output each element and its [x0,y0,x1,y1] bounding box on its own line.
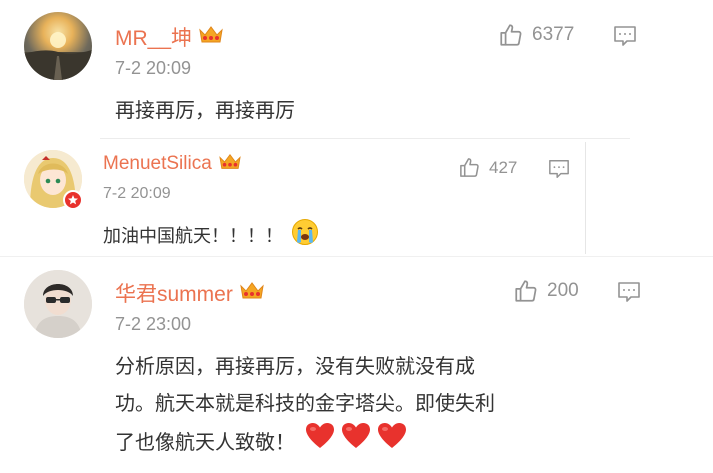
comment-text-content: 加油中国航天！！！！ [103,225,283,247]
username[interactable]: MR__坤 [115,22,192,52]
timestamp: 7-2 20:09 [103,185,171,202]
red-heart-emoji [341,422,371,462]
thumbs-up-icon [515,280,537,302]
like-button[interactable]: 427 [458,156,517,179]
comment-text-line: 分析原因，再接再厉，没有失败就没有成 [115,354,475,378]
red-heart-emoji [377,422,407,462]
crying-face-emoji [291,218,319,251]
username-row: MenuetSilica [103,152,242,176]
like-count: 6377 [532,24,575,45]
thumbs-up-icon [500,24,522,46]
vip-crown-icon [239,280,265,306]
divider [0,256,713,257]
person-avatar-icon [24,270,92,338]
username-row: MR__坤 [115,22,224,52]
vip-crown-icon [198,24,224,50]
avatar[interactable] [24,12,92,80]
username[interactable]: 华君summer [115,278,233,308]
comment-item-3: 华君summer 7-2 23:00 分析原因，再接再厉，没有失败就没有成 功。… [0,258,713,473]
comment-text: 加油中国航天！！！！ [103,218,319,251]
like-count: 200 [547,280,579,301]
sunset-photo-icon [24,32,92,80]
vip-crown-icon [218,152,242,176]
comment-text-line-3: 了也像航天人致敬！ [115,422,615,462]
divider [100,138,630,139]
comment-item-1: MR__坤 7-2 20:09 再接再厉，再接再厉 6377 [0,0,713,140]
comment-text: 再接再厉，再接再厉 [115,98,295,122]
comment-bubble-icon[interactable] [617,280,641,308]
comment-bubble-icon[interactable] [548,158,570,184]
comment-text: 分析原因，再接再厉，没有失败就没有成 功。航天本就是科技的金字塔尖。即使失利 了… [115,348,615,462]
comment-item-2: MenuetSilica 7-2 20:09 加油中国航天！！！！ 427 [0,140,713,260]
red-heart-emoji [305,422,335,462]
username-row: 华君summer [115,278,265,308]
avatar[interactable] [24,270,92,338]
username[interactable]: MenuetSilica [103,153,212,175]
like-button[interactable]: 6377 [498,22,574,48]
like-count: 427 [489,157,518,177]
comment-text-line: 功。航天本就是科技的金字塔尖。即使失利 [115,391,495,415]
comment-bubble-icon[interactable] [613,24,637,52]
timestamp: 7-2 23:00 [115,314,192,334]
thumbs-up-icon [460,158,479,177]
comment-text-line: 了也像航天人致敬！ [115,429,295,454]
verified-badge-icon [63,190,83,210]
timestamp: 7-2 20:09 [115,58,192,78]
divider [585,142,586,254]
like-button[interactable]: 200 [513,278,579,304]
